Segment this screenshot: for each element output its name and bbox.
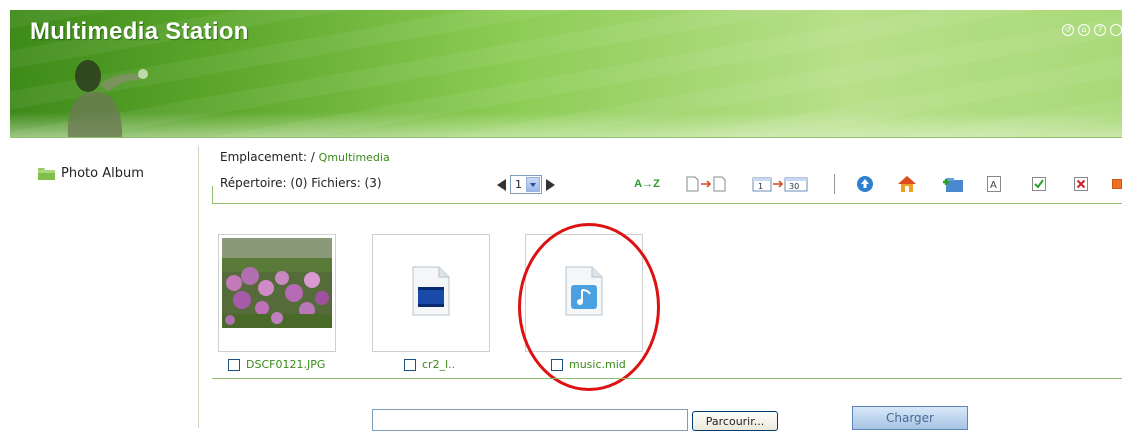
prev-page-icon[interactable] — [497, 178, 506, 191]
highlight-circle — [518, 223, 660, 391]
home-icon[interactable]: ⌂ — [1078, 24, 1090, 36]
sort-type-icon[interactable] — [685, 174, 731, 194]
header-divider — [10, 137, 1122, 138]
sidebar-item-label: Photo Album — [61, 166, 144, 181]
breadcrumb: Emplacement: / Qmultimedia — [220, 150, 390, 164]
more-icon[interactable] — [1110, 24, 1122, 36]
sort-name-icon[interactable]: A→Z — [627, 174, 667, 194]
directory-info: Répertoire: (0) Fichiers: (3) — [220, 176, 382, 190]
app-title: Multimedia Station — [30, 18, 249, 45]
sidebar-divider — [198, 146, 199, 428]
location-path-link[interactable]: Qmultimedia — [319, 151, 390, 164]
sort-name-label: A→Z — [634, 178, 660, 190]
pager: 1 — [497, 175, 555, 194]
toolbar-divider — [212, 203, 1122, 204]
up-folder-icon[interactable] — [855, 174, 875, 194]
file-checkbox[interactable] — [404, 358, 416, 371]
file-caption: cr2_l.. — [404, 358, 455, 371]
next-page-icon[interactable] — [546, 178, 555, 191]
delete-icon[interactable] — [1072, 174, 1090, 194]
photo-thumbnail — [222, 238, 332, 328]
upload-button[interactable]: Charger — [852, 406, 968, 430]
chevron-down-icon[interactable] — [526, 177, 540, 192]
new-folder-icon[interactable] — [940, 174, 964, 194]
file-tile-photo[interactable] — [218, 234, 336, 352]
folder-icon — [38, 167, 55, 180]
location-label: Emplacement: / — [220, 150, 315, 164]
svg-text:A: A — [990, 180, 997, 191]
help-icon[interactable]: ? — [1094, 24, 1106, 36]
file-name-link[interactable]: cr2_l.. — [422, 358, 455, 371]
home-icon[interactable] — [896, 174, 918, 194]
page-select[interactable]: 1 — [510, 175, 542, 194]
app-header: Multimedia Station ↺ ⌂ ? — [10, 10, 1122, 138]
file-tile-video[interactable] — [372, 234, 490, 352]
svg-text:30: 30 — [789, 182, 799, 191]
file-name-link[interactable]: DSCF0121.JPG — [246, 358, 325, 371]
toolbar-left-edge — [212, 186, 213, 204]
files-bottom-divider — [212, 378, 1122, 379]
header-illustration — [67, 60, 148, 138]
svg-text:1: 1 — [758, 182, 763, 191]
video-file-icon — [412, 266, 450, 316]
back-icon[interactable]: ↺ — [1062, 24, 1074, 36]
toolbar-separator — [834, 174, 835, 194]
sidebar-item-photo-album[interactable]: Photo Album — [38, 166, 144, 181]
file-checkbox[interactable] — [228, 358, 240, 371]
sort-date-icon[interactable]: 1 30 — [752, 174, 810, 194]
file-caption: DSCF0121.JPG — [228, 358, 325, 371]
browse-button[interactable]: Parcourir... — [692, 411, 778, 431]
select-all-icon[interactable] — [1030, 174, 1048, 194]
page-select-value: 1 — [515, 178, 522, 191]
rename-icon[interactable]: A — [985, 174, 1003, 194]
close-icon[interactable] — [1112, 174, 1122, 194]
